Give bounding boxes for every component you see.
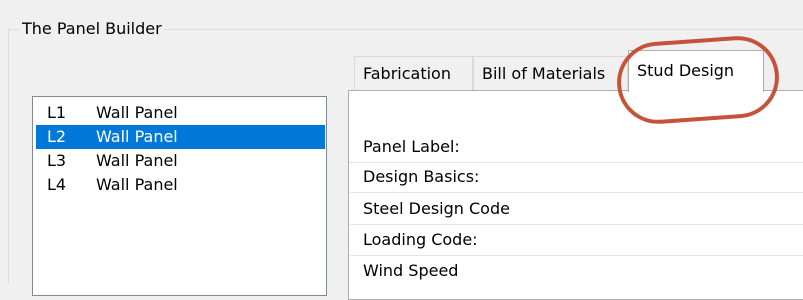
wind-speed-label: Wind Speed — [363, 261, 459, 280]
group-box-title: The Panel Builder — [20, 18, 164, 40]
loading-code-label: Loading Code: — [363, 230, 478, 249]
group-box-left-border — [8, 29, 9, 284]
panel-code: L2 — [47, 127, 67, 146]
panel-list[interactable]: L1 Wall Panel L2 Wall Panel L3 Wall Pane… — [32, 96, 327, 296]
tab-stud-design[interactable]: Stud Design — [628, 50, 764, 92]
panel-list-item-l3[interactable]: L3 Wall Panel — [36, 149, 325, 173]
panel-list-item-l2[interactable]: L2 Wall Panel — [36, 125, 325, 149]
panel-code: L3 — [47, 151, 67, 170]
panel-list-item-l1[interactable]: L1 Wall Panel — [36, 101, 325, 125]
field-row-steel-design-code: Steel Design Code — [349, 195, 803, 225]
design-basics-label: Design Basics: — [363, 167, 480, 186]
panel-type: Wall Panel — [96, 175, 178, 194]
tab-bill-of-materials[interactable]: Bill of Materials — [473, 56, 628, 90]
tab-fabrication[interactable]: Fabrication — [354, 56, 473, 90]
panel-type: Wall Panel — [96, 103, 178, 122]
panel-list-item-l4[interactable]: L4 Wall Panel — [36, 173, 325, 197]
panel-code: L1 — [47, 103, 67, 122]
panel-type: Wall Panel — [96, 127, 178, 146]
panel-type: Wall Panel — [96, 151, 178, 170]
panel-code: L4 — [47, 175, 67, 194]
field-row-design-basics: Design Basics: — [349, 163, 803, 193]
panel-label-label: Panel Label: — [363, 137, 460, 156]
field-row-panel-label: Panel Label: — [349, 133, 803, 163]
field-row-loading-code: Loading Code: — [349, 226, 803, 256]
steel-design-code-label: Steel Design Code — [363, 199, 510, 218]
field-row-wind-speed: Wind Speed — [349, 257, 803, 287]
